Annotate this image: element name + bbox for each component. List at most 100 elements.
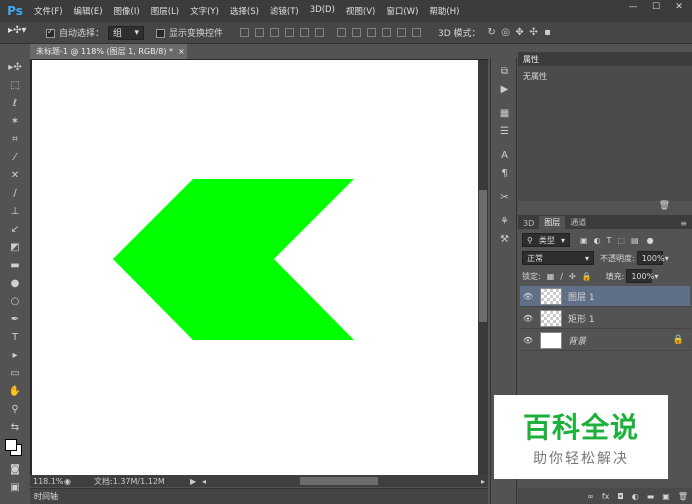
brush-tool-icon[interactable]: ∕ [0,184,30,202]
trash-icon[interactable]: 🗑 [659,201,670,215]
menu-edit[interactable]: 编辑(E) [74,5,103,17]
menu-type[interactable]: 文字(Y) [190,5,219,17]
magic-wand-tool-icon[interactable]: ✶ [0,112,30,130]
move-tool-icon[interactable]: ▸✣ [0,58,30,76]
quick-mask-icon[interactable]: ◙ [0,460,30,478]
align-bottom-icon[interactable] [270,28,280,37]
crop-tool-icon[interactable]: ⌗ [0,130,30,148]
show-transform-checkbox[interactable] [156,29,166,38]
swap-colors-icon[interactable]: ⇆ [0,418,30,436]
blur-tool-icon[interactable]: ● [0,274,30,292]
canvas[interactable] [32,60,478,475]
3d-pan-icon[interactable]: ✥ [513,24,527,42]
scroll-right-icon[interactable]: ▸ [481,477,485,486]
fill-input[interactable]: 100% [626,269,654,283]
gradient-tool-icon[interactable]: ▬ [0,256,30,274]
clone-source-icon[interactable]: ⚒ [491,230,518,248]
chevron-down-icon[interactable]: ▾ [654,272,658,281]
menu-window[interactable]: 窗口(W) [386,5,418,17]
layer-row-background[interactable]: 👁 背景 🔒 [520,330,690,351]
tab-channels[interactable]: 通道 [565,216,591,229]
menu-3d[interactable]: 3D(D) [310,5,335,17]
adjustments-panel-icon[interactable]: ☰ [491,122,518,140]
new-group-icon[interactable]: ▬ [647,492,655,501]
layer-kind-filter[interactable]: ⚲ 类型 ▾ [522,233,570,247]
filter-pixel-icon[interactable]: ▣ [580,236,588,245]
eraser-tool-icon[interactable]: ◩ [0,238,30,256]
clone-stamp-tool-icon[interactable]: ⊥ [0,202,30,220]
move-tool-preset-icon[interactable]: ▸✣▾ [8,25,32,41]
history-brush-tool-icon[interactable]: ↙ [0,220,30,238]
paragraph-panel-icon[interactable]: ¶ [491,164,518,182]
eyedropper-tool-icon[interactable]: ⁄ [0,148,30,166]
filter-smart-object-icon[interactable]: ▤ [631,236,639,245]
3d-scale-icon[interactable]: ▪ [541,24,555,42]
filter-toggle-icon[interactable]: ● [647,236,654,245]
eye-icon[interactable]: 👁 [520,314,536,323]
history-panel-icon[interactable]: ⧉ [491,62,518,80]
add-mask-icon[interactable]: ◘ [617,492,623,501]
brush-presets-icon[interactable]: ⚘ [491,212,518,230]
lock-position-icon[interactable]: ✣ [569,272,576,281]
eye-icon[interactable]: 👁 [520,336,536,345]
tab-layers[interactable]: 图层 [539,216,566,229]
hand-tool-icon[interactable]: ✋ [0,382,30,400]
distribute-left-icon[interactable] [382,28,392,37]
menu-image[interactable]: 图像(I) [114,5,140,17]
properties-tab[interactable]: 属性 [518,52,692,66]
arrow-shape-layer[interactable] [32,60,478,475]
zoom-level[interactable]: 118.1% [30,477,64,486]
rectangle-tool-icon[interactable]: ▭ [0,364,30,382]
pen-tool-icon[interactable]: ✒ [0,310,30,328]
align-right-icon[interactable] [315,28,325,37]
lasso-tool-icon[interactable]: ℓ [0,94,30,112]
restore-button[interactable]: ☐ [645,0,667,14]
horizontal-scrollbar-thumb[interactable] [300,477,378,485]
status-menu-icon[interactable]: ◉ [64,477,74,486]
panel-menu-icon[interactable]: ≡ [675,218,692,229]
status-arrow-icon[interactable]: ▶ [190,477,202,486]
filter-shape-icon[interactable]: ⬚ [617,236,625,245]
filter-type-icon[interactable]: T [607,236,612,245]
healing-brush-tool-icon[interactable]: ✕ [0,166,30,184]
auto-select-checkbox[interactable] [46,27,55,38]
menu-help[interactable]: 帮助(H) [429,5,459,17]
link-layers-icon[interactable]: ∞ [587,492,594,501]
scroll-left-icon[interactable]: ◂ [202,477,206,486]
eye-icon[interactable]: 👁 [520,292,536,301]
auto-select-dropdown[interactable]: 组 ▾ [108,25,145,40]
color-swatches[interactable] [0,436,30,460]
swatches-panel-icon[interactable]: ▦ [491,104,518,122]
align-left-icon[interactable] [285,28,295,37]
actions-panel-icon[interactable]: ▶ [491,80,518,98]
auto-select-toggle[interactable]: 自动选择： [46,26,104,39]
distribute-top-icon[interactable] [337,28,347,37]
3d-rotate-icon[interactable]: ↻ [485,24,499,42]
dodge-tool-icon[interactable]: ○ [0,292,30,310]
lock-pixels-icon[interactable]: ∕ [560,272,563,281]
marquee-tool-icon[interactable]: ⬚ [0,76,30,94]
fx-icon[interactable]: fx [602,492,610,501]
close-button[interactable]: ✕ [668,0,690,14]
path-selection-tool-icon[interactable]: ▸ [0,346,30,364]
zoom-tool-icon[interactable]: ⚲ [0,400,30,418]
opacity-input[interactable]: 100% [636,251,665,265]
screen-mode-icon[interactable]: ▣ [0,478,30,496]
layer-row-layer-1[interactable]: 👁 图层 1 [520,286,690,307]
align-top-icon[interactable] [240,28,250,37]
trash-icon[interactable]: 🗑 [678,492,688,501]
tab-3d[interactable]: 3D [518,218,539,229]
type-tool-icon[interactable]: T [0,328,30,346]
align-hcenter-icon[interactable] [300,28,310,37]
distribute-bottom-icon[interactable] [367,28,377,37]
filter-adjustment-icon[interactable]: ◐ [594,236,601,245]
distribute-vcenter-icon[interactable] [352,28,362,37]
menu-view[interactable]: 视图(V) [346,5,375,17]
lock-all-icon[interactable]: 🔒 [582,272,592,281]
distribute-right-icon[interactable] [412,28,422,37]
distribute-hcenter-icon[interactable] [397,28,407,37]
vertical-scrollbar-thumb[interactable] [479,190,487,322]
chevron-down-icon[interactable]: ▾ [665,254,669,263]
new-layer-icon[interactable]: ▣ [662,492,670,501]
3d-roll-icon[interactable]: ◎ [499,24,513,42]
